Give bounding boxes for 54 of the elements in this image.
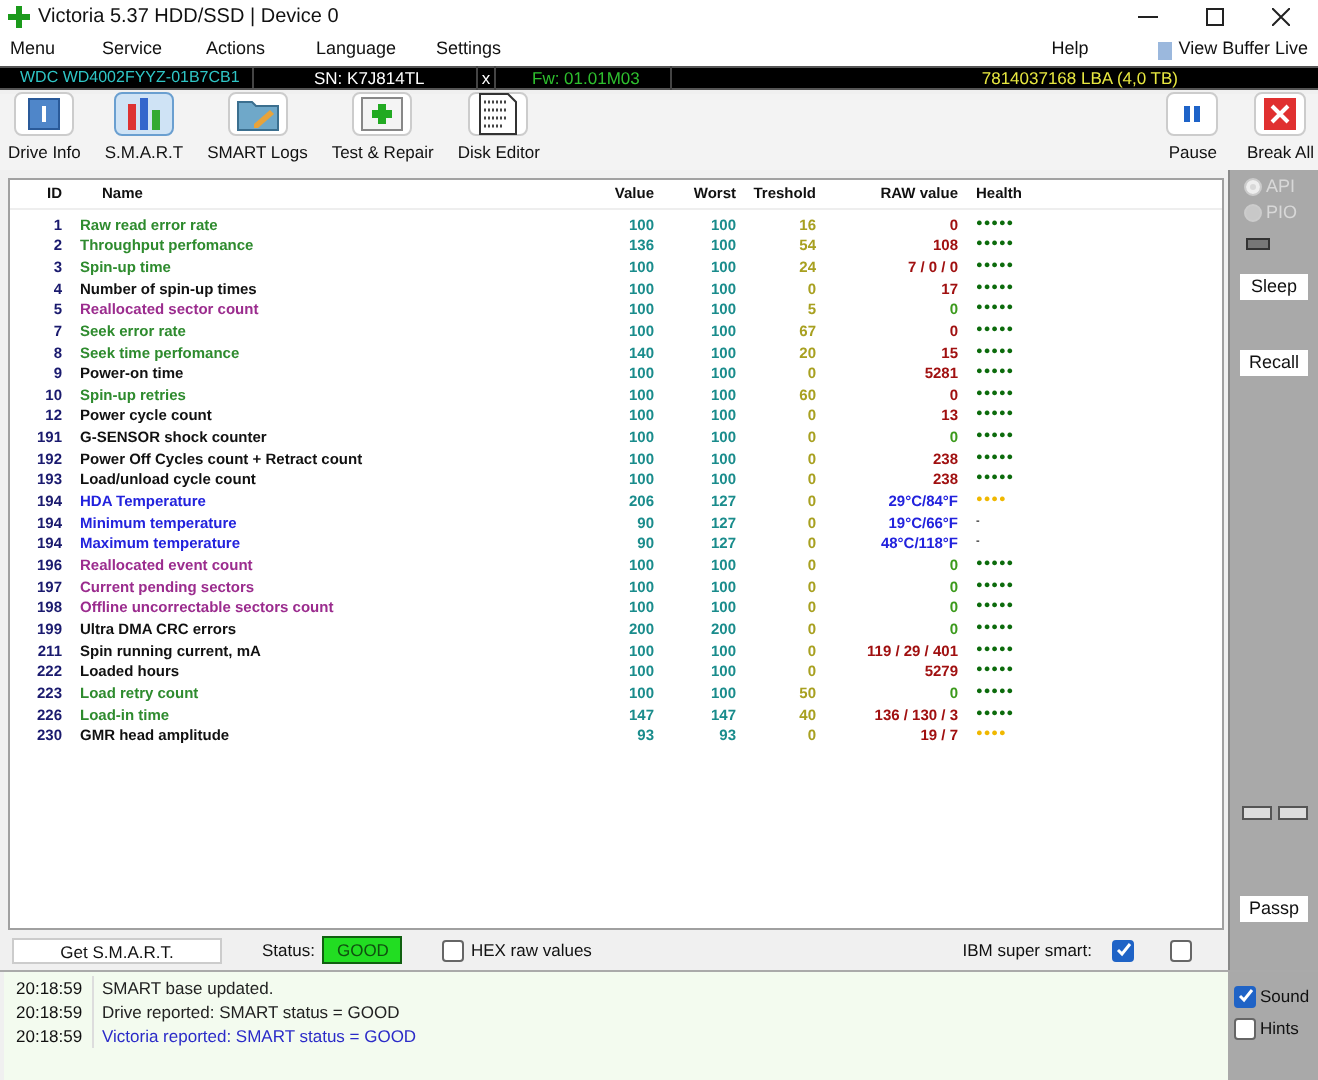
checkbox-label: IBM super smart: [962,937,1092,963]
firmware-version: Fw: 01.01M03 [496,65,672,91]
log-time: 20:18:59 [4,1023,94,1049]
log-time: 20:18:59 [4,975,94,1001]
chart-icon [123,96,164,133]
checkbox-label: Sound [1260,984,1310,1010]
checkbox-label: HEX raw values [470,937,592,963]
close-icon [1264,98,1297,131]
menu-item[interactable]: Actions [206,36,316,64]
drive-capacity: 7814037168 LBA (4,0 TB) [979,65,1180,91]
log-message: Drive reported: SMART status = GOOD [100,999,400,1025]
plus-icon [360,96,405,133]
view-buffer-link[interactable]: View Buffer Live [1178,36,1308,64]
indicator-icon [1246,238,1270,250]
radio-button[interactable] [1244,204,1262,222]
menu-item[interactable]: Service [102,36,206,64]
status-badge: GOOD [322,935,403,965]
get-smart-button[interactable]: Get S.M.A.R.T. [12,937,222,963]
log-message: SMART base updated. [100,975,274,1001]
folder-icon [235,96,280,133]
window-title: Victoria 5.37 HDD/SSD | Device 0 [38,4,339,32]
menu-item[interactable]: Language [316,36,436,64]
drive-serial: SN: K7J814TL [254,65,478,91]
menu-item[interactable]: Help [1051,36,1089,64]
log-time: 20:18:59 [4,999,94,1025]
option-checkbox[interactable] [1234,1017,1256,1040]
buffer-icon [1158,41,1173,59]
checkbox-label: Hints [1260,1015,1299,1041]
toolbar-button[interactable]: SMART Logs [203,92,312,166]
hex-checkbox[interactable] [442,939,465,961]
pause-icon [1182,104,1203,125]
toolbar-button[interactable]: Test & Repair [327,92,438,166]
option-checkbox[interactable] [1170,939,1192,961]
toolbar-button[interactable]: Disk Editor [453,92,544,166]
passp-button[interactable]: Passp [1240,896,1308,922]
menu-item[interactable]: Settings [436,36,536,64]
drive-model: WDC WD4002FYYZ-01B7CB1 [20,66,240,90]
maximize-icon[interactable] [1206,8,1224,26]
status-label: Status: [262,937,315,963]
toolbar-button[interactable]: Drive Info [4,92,85,166]
toolbar-button[interactable]: S.M.A.R.T [100,92,188,166]
close-drive-button[interactable]: x [478,65,496,91]
toolbar-button[interactable]: Break All [1246,92,1314,166]
small-button[interactable] [1241,806,1271,820]
ibm-checkbox[interactable] [1112,939,1134,961]
close-icon[interactable] [1272,8,1290,26]
option-checkbox[interactable] [1234,985,1256,1008]
small-button[interactable] [1277,806,1307,820]
sleep-button[interactable]: Sleep [1240,274,1308,300]
plus-icon [8,6,30,28]
menu-item[interactable]: Menu [10,36,102,64]
radio-button[interactable] [1244,178,1262,196]
log-message: Victoria reported: SMART status = GOOD [100,1023,417,1049]
recall-button[interactable]: Recall [1240,350,1308,376]
